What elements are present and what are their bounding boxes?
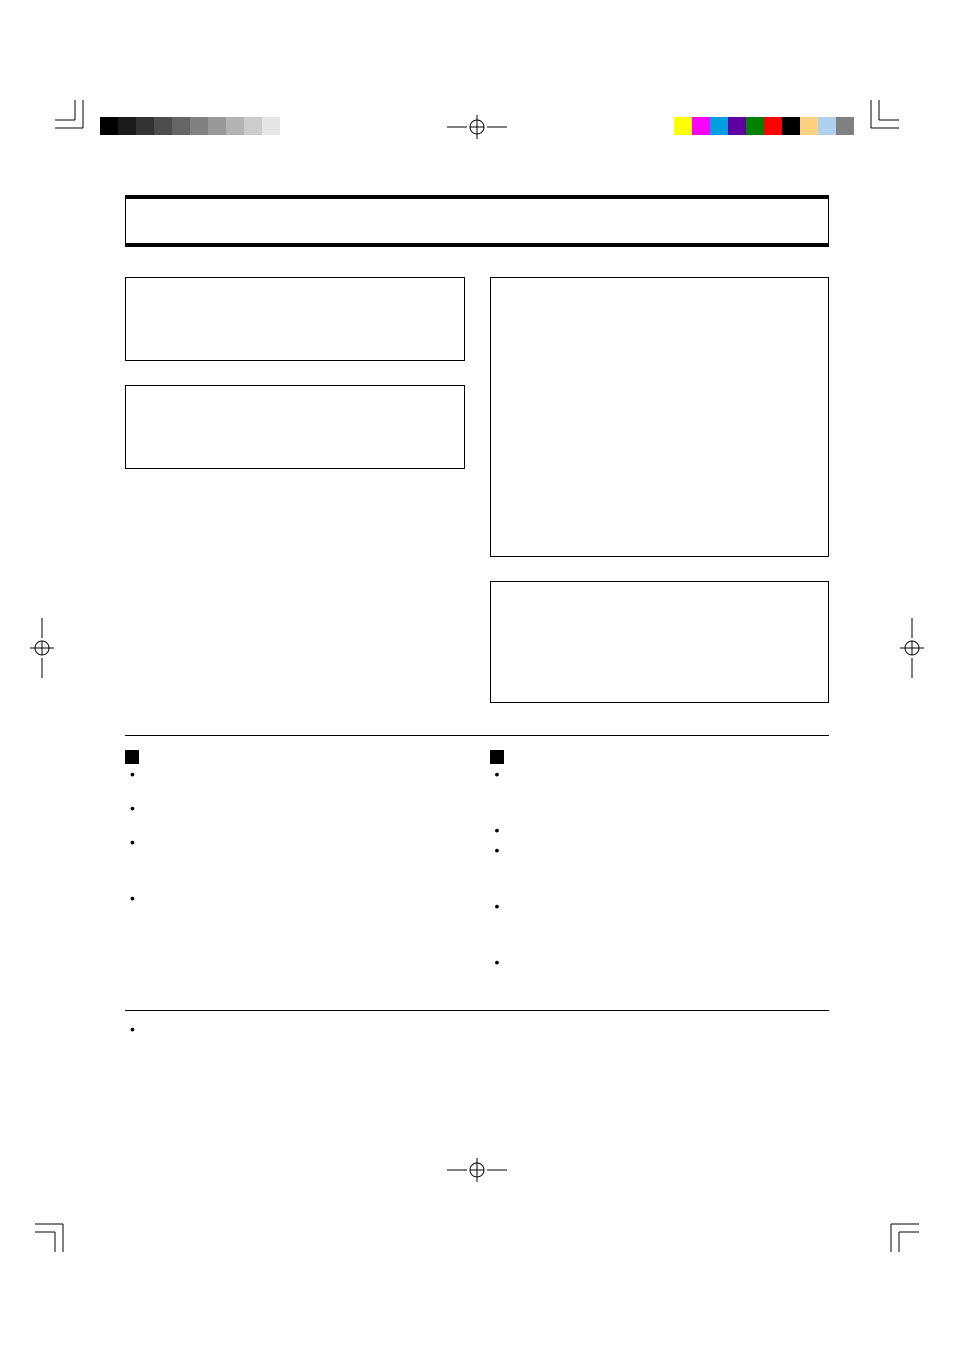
gray-swatch — [118, 117, 136, 135]
section-header-left — [125, 748, 465, 766]
registration-crosshair-icon — [900, 618, 924, 678]
gray-swatch — [244, 117, 262, 135]
color-swatch — [746, 117, 764, 135]
grayscale-calibration-band — [100, 117, 280, 135]
color-swatch — [782, 117, 800, 135]
gray-swatch — [172, 117, 190, 135]
color-swatch — [692, 117, 710, 135]
color-swatch — [728, 117, 746, 135]
footnote-item — [125, 1021, 829, 1039]
list-item — [490, 842, 830, 880]
list-item — [125, 800, 465, 816]
right-bullet-list — [490, 766, 830, 992]
color-swatch — [800, 117, 818, 135]
gray-swatch — [208, 117, 226, 135]
color-swatch — [836, 117, 854, 135]
corner-registration-mark-icon — [35, 1212, 75, 1252]
list-item — [490, 822, 830, 838]
corner-registration-mark-icon — [859, 100, 899, 140]
divider — [125, 735, 829, 736]
list-item — [490, 954, 830, 992]
gray-swatch — [262, 117, 280, 135]
registration-crosshair-icon — [30, 618, 54, 678]
headline-box — [125, 195, 829, 247]
color-swatch — [764, 117, 782, 135]
gray-swatch — [226, 117, 244, 135]
corner-registration-mark-icon — [55, 100, 95, 140]
corner-registration-mark-icon — [879, 1212, 919, 1252]
divider — [125, 1010, 829, 1011]
content-box-left-b — [125, 385, 465, 469]
color-calibration-band — [674, 117, 854, 135]
gray-swatch — [136, 117, 154, 135]
gray-swatch — [190, 117, 208, 135]
content-box-left-a — [125, 277, 465, 361]
content-box-right-large — [490, 277, 830, 557]
list-item — [490, 766, 830, 804]
list-item — [490, 898, 830, 936]
color-swatch — [710, 117, 728, 135]
color-swatch — [818, 117, 836, 135]
left-bullet-list — [125, 766, 465, 955]
section-marker-icon — [490, 750, 504, 764]
list-item — [125, 890, 465, 955]
list-item — [125, 834, 465, 872]
gray-swatch — [100, 117, 118, 135]
page-content — [125, 195, 829, 1039]
section-header-right — [490, 748, 830, 766]
section-marker-icon — [125, 750, 139, 764]
list-item — [125, 766, 465, 782]
gray-swatch — [154, 117, 172, 135]
footnote-area — [125, 1021, 829, 1039]
color-swatch — [674, 117, 692, 135]
registration-crosshair-icon — [447, 1158, 507, 1182]
registration-crosshair-icon — [447, 115, 507, 139]
content-box-right-med — [490, 581, 830, 703]
